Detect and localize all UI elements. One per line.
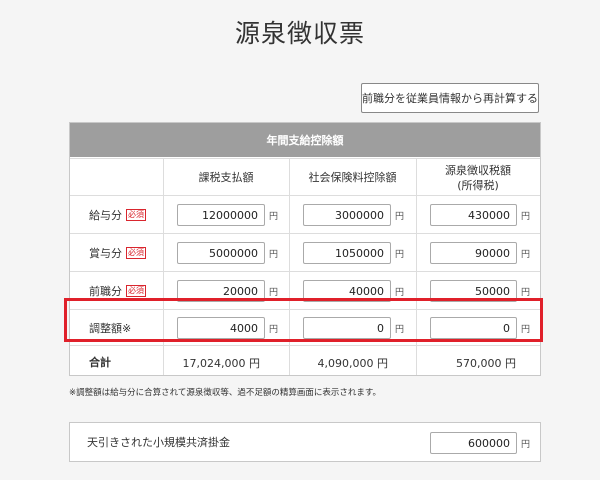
yen-unit: 円 bbox=[521, 250, 531, 260]
bonus-withholding-tax-input[interactable] bbox=[430, 242, 517, 264]
yen-unit: 円 bbox=[395, 250, 405, 260]
column-header-social-insurance: 社会保険料控除額 bbox=[308, 171, 397, 184]
yen-unit: 円 bbox=[269, 288, 279, 298]
yen-unit: 円 bbox=[395, 288, 405, 298]
salary-social-insurance-input[interactable] bbox=[303, 204, 391, 226]
table-row-total: 合計 17,024,000 円 4,090,000 円 570,000 円 bbox=[70, 345, 540, 375]
total-social-insurance: 4,090,000 円 bbox=[317, 357, 388, 370]
table-header: 年間支給控除額 bbox=[70, 123, 540, 157]
yen-unit: 円 bbox=[269, 212, 279, 222]
column-header-row: 課税支払額 社会保険料控除額 源泉徴収税額 (所得税) bbox=[70, 158, 540, 196]
small-business-mutual-aid-row: 天引きされた小規模共済掛金 円 bbox=[69, 422, 541, 462]
small-business-mutual-aid-label: 天引きされた小規模共済掛金 bbox=[87, 436, 230, 449]
yen-unit: 円 bbox=[521, 288, 531, 298]
recalc-from-employee-info-button[interactable]: 前職分を従業員情報から再計算する bbox=[361, 83, 539, 113]
row-label: 給与分 必須 bbox=[89, 209, 146, 222]
yen-unit: 円 bbox=[395, 212, 405, 222]
total-label: 合計 bbox=[89, 356, 111, 369]
column-header-withholding-tax: 源泉徴収税額 (所得税) bbox=[445, 163, 511, 192]
total-withholding-tax: 570,000 円 bbox=[456, 357, 516, 370]
required-badge: 必須 bbox=[126, 209, 146, 221]
bonus-social-insurance-input[interactable] bbox=[303, 242, 391, 264]
yen-unit: 円 bbox=[521, 440, 531, 450]
row-label: 賞与分 必須 bbox=[89, 247, 146, 260]
required-badge: 必須 bbox=[126, 285, 146, 297]
required-badge: 必須 bbox=[126, 247, 146, 259]
salary-withholding-tax-input[interactable] bbox=[430, 204, 517, 226]
salary-taxable-input[interactable] bbox=[177, 204, 265, 226]
table-row-bonus: 賞与分必須 円 円 円 bbox=[70, 233, 540, 272]
column-header-taxable: 課税支払額 bbox=[198, 171, 254, 184]
page-title: 源泉徴収票 bbox=[234, 19, 365, 48]
yen-unit: 円 bbox=[521, 212, 531, 222]
yen-unit: 円 bbox=[269, 250, 279, 260]
table-row-salary: 給与分必須 円 円 円 bbox=[70, 195, 540, 234]
small-business-mutual-aid-input[interactable] bbox=[430, 432, 517, 454]
adjustment-note: ※調整額は給与分に合算されて源泉徴収等、過不足額の精算画面に表示されます。 bbox=[69, 388, 382, 398]
adjustment-row-highlight bbox=[64, 298, 543, 342]
bonus-taxable-input[interactable] bbox=[177, 242, 265, 264]
total-taxable: 17,024,000 円 bbox=[182, 357, 260, 370]
